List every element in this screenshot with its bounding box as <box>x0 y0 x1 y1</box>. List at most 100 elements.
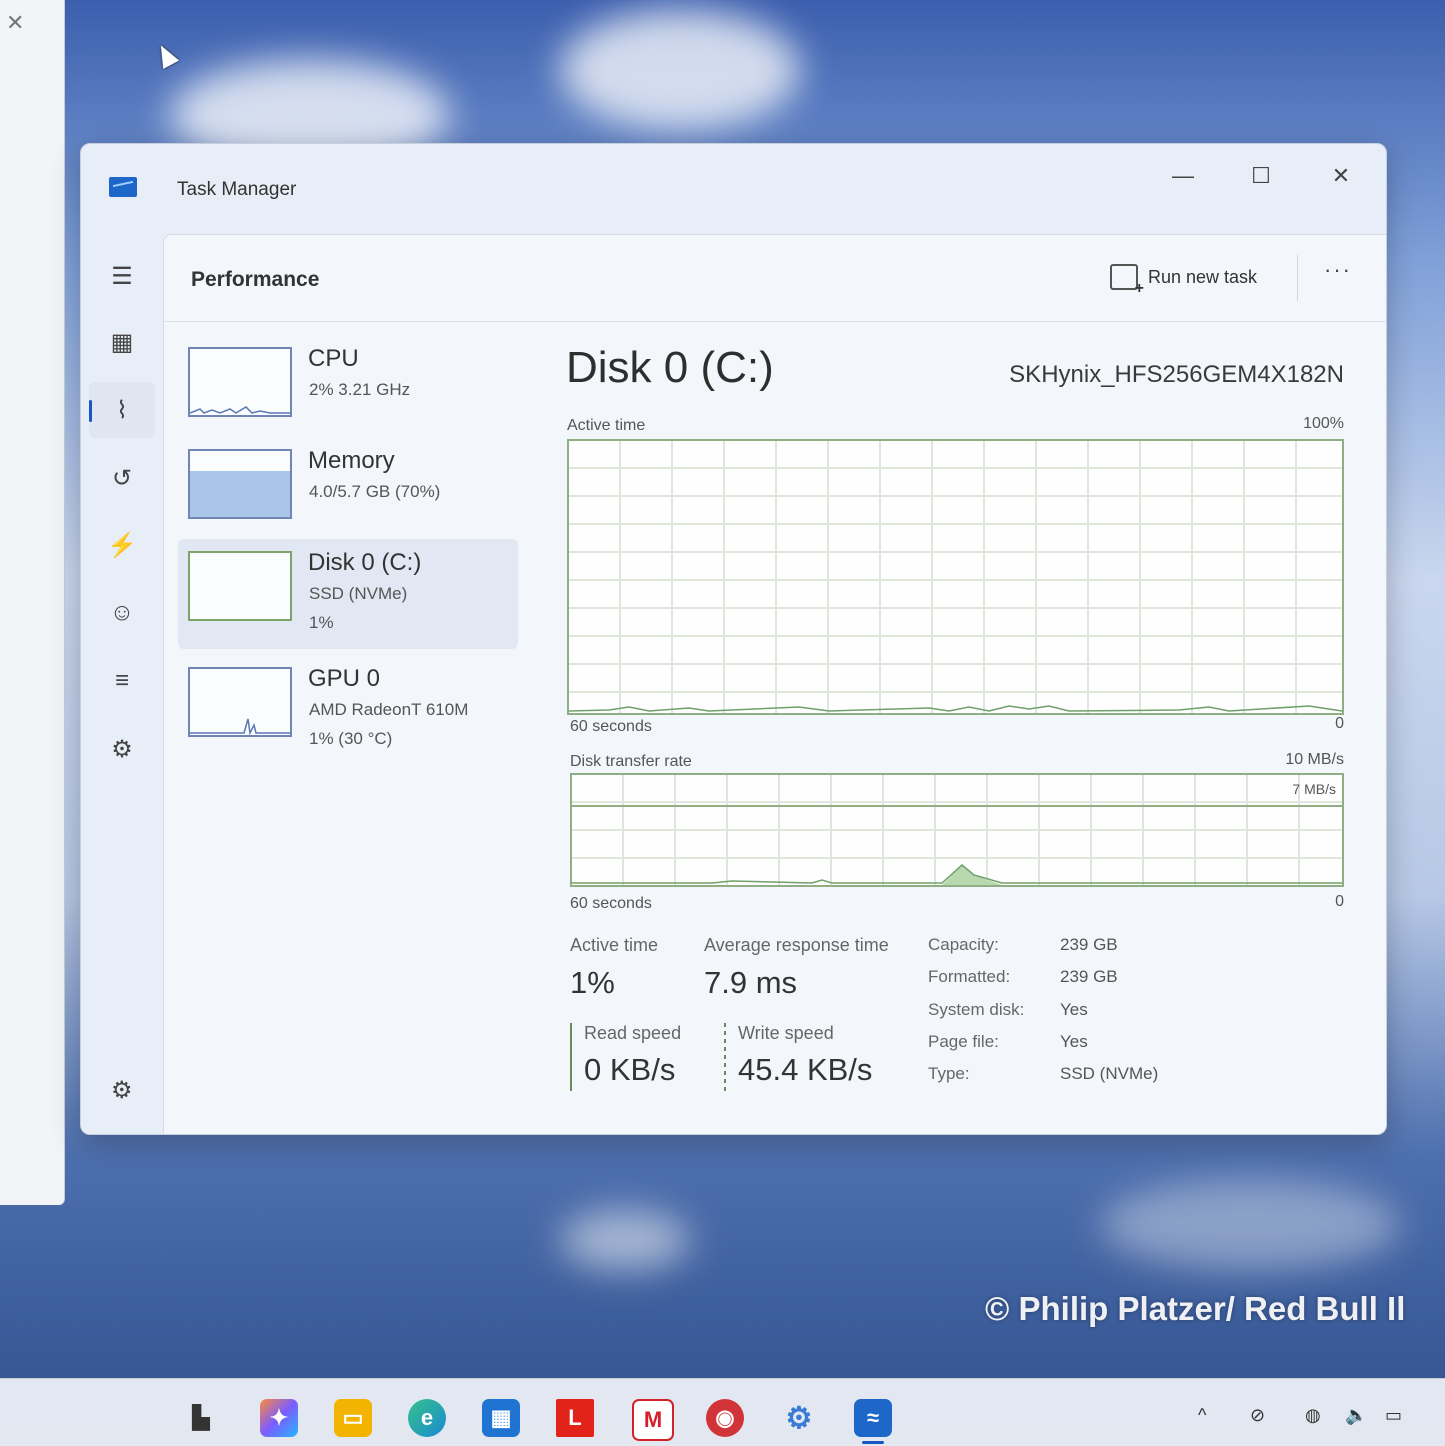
task-manager-icon <box>109 177 137 197</box>
resource-name: Disk 0 (C:) <box>308 549 422 576</box>
services-icon[interactable]: ⚙ <box>89 721 155 777</box>
window-title: Task Manager <box>177 179 297 200</box>
performance-panel: Performance Run new task ··· CPU 2% 3.21… <box>163 234 1386 1134</box>
more-options-button[interactable]: ··· <box>1324 257 1352 283</box>
gpu-sparkline <box>190 718 290 736</box>
minimize-button[interactable]: — <box>1153 156 1213 196</box>
background-window[interactable]: ✕ <box>0 0 65 1205</box>
resource-usage: 1% (30 °C) <box>309 729 393 748</box>
wallpaper-copyright: © Philip Platzer/ Red Bull Il <box>985 1290 1406 1327</box>
type-value: SSD (NVMe) <box>1060 1064 1159 1083</box>
settings-app-icon[interactable]: ⚙ <box>780 1399 818 1437</box>
active-time-label: Active time <box>570 935 659 955</box>
transfer-graph-label: Disk transfer rate <box>570 753 692 770</box>
file-explorer-icon[interactable]: ▭ <box>334 1399 372 1437</box>
run-task-icon <box>1110 264 1144 298</box>
resource-name: GPU 0 <box>308 665 381 692</box>
active-time-graph-min: 0 <box>1335 715 1344 732</box>
active-time-line <box>569 705 1342 712</box>
office-icon[interactable]: ◉ <box>706 1399 744 1437</box>
capacity-label: Capacity: <box>928 935 999 954</box>
memory-mini-graph <box>188 449 292 519</box>
header-divider <box>1297 255 1298 301</box>
mcafee-icon[interactable]: M <box>632 1399 674 1441</box>
disk-title: Disk 0 (C:) <box>566 343 774 392</box>
mouse-cursor-icon <box>152 41 180 69</box>
active-time-graph-label: Active time <box>567 417 646 434</box>
app-history-icon[interactable]: ↺ <box>89 450 155 506</box>
wallpaper-cloud <box>1100 1180 1400 1270</box>
page-file-value: Yes <box>1060 1032 1088 1051</box>
resource-usage: 1% <box>309 613 334 632</box>
avg-response-label: Average response time <box>704 935 889 955</box>
settings-icon[interactable]: ⚙ <box>111 1076 133 1105</box>
processes-icon[interactable]: ▦ <box>89 314 155 370</box>
transfer-rate-graph: 7 MB/s <box>570 773 1344 887</box>
wallpaper-cloud <box>560 10 800 130</box>
resource-detail: 2% 3.21 GHz <box>309 380 411 399</box>
gpu-mini-graph <box>188 667 292 737</box>
disk-detail-pane: Disk 0 (C:) SKHynix_HFS256GEM4X182N Acti… <box>564 335 1354 1115</box>
write-speed-label: Write speed <box>738 1023 834 1043</box>
tray-overflow-chevron-icon[interactable]: ^ <box>1198 1405 1206 1426</box>
resource-detail: AMD RadeonT 610M <box>309 700 469 719</box>
resource-name: CPU <box>308 345 359 372</box>
globe-icon[interactable]: ◍ <box>1305 1405 1321 1426</box>
background-window-close-icon[interactable]: ✕ <box>6 10 24 36</box>
resource-detail: SSD (NVMe) <box>309 584 408 603</box>
read-speed-value: 0 KB/s <box>584 1052 676 1087</box>
resource-cpu[interactable]: CPU 2% 3.21 GHz <box>178 335 518 445</box>
task-manager-window: Task Manager — ☐ ✕ ☰ ▦ ⌇ ↺ ⚡ ☺ ≡ ⚙ ⚙ Per… <box>80 143 1387 1135</box>
disk-model: SKHynix_HFS256GEM4X182N <box>1009 361 1344 388</box>
run-new-task-label: Run new task <box>1148 266 1258 287</box>
maximize-button[interactable]: ☐ <box>1231 156 1291 196</box>
transfer-rate-line <box>572 864 1342 885</box>
avg-response-value: 7.9 ms <box>704 965 798 1000</box>
page-file-label: Page file: <box>928 1032 999 1051</box>
performance-icon[interactable]: ⌇ <box>89 382 155 438</box>
active-time-graph-span: 60 seconds <box>570 718 652 735</box>
active-time-graph-max: 100% <box>1303 415 1344 432</box>
active-time-graph <box>567 439 1344 715</box>
cpu-sparkline <box>189 406 290 414</box>
lenovo-app-icon[interactable]: L <box>556 1399 594 1437</box>
system-disk-value: Yes <box>1060 1000 1088 1019</box>
volume-icon[interactable]: 🔈 <box>1345 1405 1367 1426</box>
battery-icon[interactable]: ▭ <box>1385 1405 1402 1426</box>
type-label: Type: <box>928 1064 970 1083</box>
resource-detail: 4.0/5.7 GB (70%) <box>309 482 441 501</box>
network-off-icon[interactable]: ⊘ <box>1250 1405 1265 1426</box>
active-time-value: 1% <box>570 965 615 1000</box>
close-button[interactable]: ✕ <box>1311 156 1371 196</box>
write-speed-value: 45.4 KB/s <box>738 1052 873 1087</box>
resource-name: Memory <box>308 447 395 474</box>
cpu-mini-graph <box>188 347 292 417</box>
resource-memory[interactable]: Memory 4.0/5.7 GB (70%) <box>178 437 518 547</box>
edge-icon[interactable]: e <box>408 1399 446 1437</box>
transfer-graph-max: 10 MB/s <box>1285 751 1344 768</box>
write-speed-indicator <box>724 1023 726 1091</box>
content-header: Performance Run new task ··· <box>164 235 1386 322</box>
active-app-indicator <box>862 1441 884 1444</box>
run-new-task-button[interactable]: Run new task <box>1110 260 1258 298</box>
copilot-icon[interactable]: ✦ <box>260 1399 298 1437</box>
formatted-label: Formatted: <box>928 967 1011 986</box>
read-speed-indicator <box>570 1023 572 1091</box>
page-title: Performance <box>191 268 320 291</box>
resource-gpu-0[interactable]: GPU 0 AMD RadeonT 610M 1% (30 °C) <box>178 655 518 765</box>
store-icon[interactable]: ▦ <box>482 1399 520 1437</box>
hamburger-menu-icon[interactable]: ☰ <box>89 248 155 304</box>
task-manager-taskbar-icon[interactable]: ≈ <box>854 1399 892 1437</box>
formatted-value: 239 GB <box>1060 967 1118 986</box>
details-icon[interactable]: ≡ <box>89 653 155 709</box>
resource-disk-0[interactable]: Disk 0 (C:) SSD (NVMe) 1% <box>178 539 518 649</box>
taskbar: ▙ ✦ ▭ e ▦ L M ◉ ⚙ ≈ ^ ⊘ ◍ 🔈 ▭ <box>0 1378 1445 1446</box>
transfer-graph-span: 60 seconds <box>570 895 652 912</box>
users-icon[interactable]: ☺ <box>89 585 155 641</box>
transfer-graph-min: 0 <box>1335 893 1344 910</box>
startup-apps-icon[interactable]: ⚡ <box>89 517 155 573</box>
capacity-value: 239 GB <box>1060 935 1118 954</box>
wallpaper-cloud <box>560 1210 690 1270</box>
title-bar[interactable]: Task Manager — ☐ ✕ <box>81 144 1386 234</box>
start-icon[interactable]: ▙ <box>182 1399 220 1437</box>
